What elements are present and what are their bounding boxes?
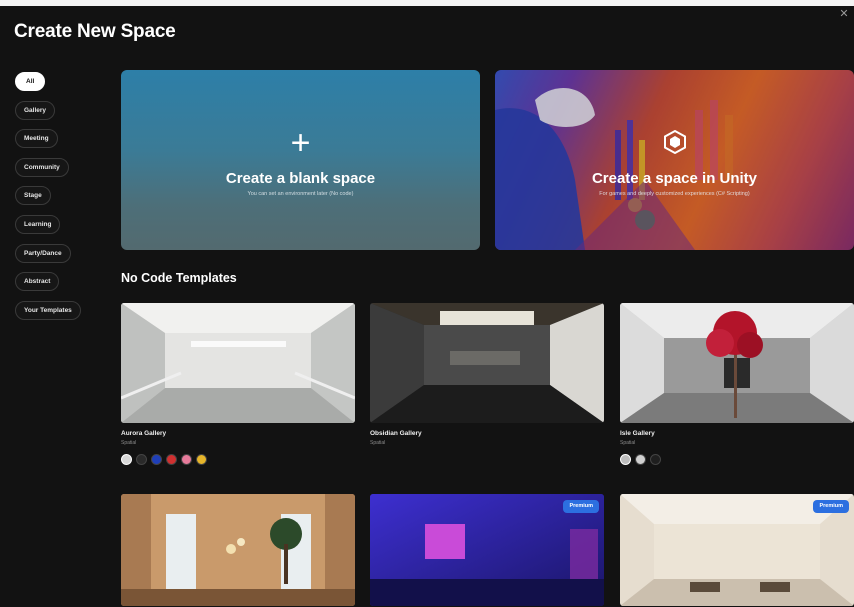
template-name: Isle Gallery — [620, 430, 655, 437]
template-card-purple-stage[interactable]: Premium — [370, 494, 604, 606]
template-card-isle-gallery[interactable]: Isle Gallery Spatial — [620, 303, 854, 465]
aurora-room-image — [121, 303, 355, 423]
swatch-red[interactable] — [166, 454, 177, 465]
template-thumbnail[interactable] — [121, 303, 355, 423]
premium-badge: Premium — [813, 500, 849, 513]
filter-chip-learning[interactable]: Learning — [15, 214, 61, 234]
unity-icon — [663, 130, 686, 154]
template-thumbnail[interactable] — [370, 303, 604, 423]
close-icon[interactable]: ✕ — [838, 8, 850, 20]
premium-badge: Premium — [563, 500, 599, 513]
filter-chip-meeting[interactable]: Meeting — [15, 129, 58, 149]
template-name: Obsidian Gallery — [370, 430, 422, 437]
filter-chip-stage[interactable]: Stage — [15, 186, 51, 206]
template-card-wood-room[interactable] — [121, 494, 355, 606]
swatch-dark[interactable] — [650, 454, 661, 465]
filter-chip-party-dance[interactable]: Party/Dance — [15, 243, 71, 263]
template-subtitle: Spatial — [121, 440, 137, 446]
swatch-light[interactable] — [121, 454, 132, 465]
unity-space-title: Create a space in Unity — [591, 170, 758, 187]
template-subtitle: Spatial — [620, 440, 636, 446]
create-space-dialog: ✕ Create New Space All Gallery Meeting C… — [0, 6, 854, 607]
filter-chip-gallery[interactable]: Gallery — [15, 100, 56, 120]
create-unity-space-card[interactable]: Create a space in Unity For games and de… — [495, 70, 854, 250]
template-subtitle: Spatial — [370, 440, 386, 446]
unity-space-subtitle: For games and deeply customized experien… — [599, 191, 750, 197]
template-thumbnail[interactable] — [121, 494, 355, 606]
filter-chip-community[interactable]: Community — [15, 157, 69, 177]
template-card-aurora-gallery[interactable]: Aurora Gallery Spatial — [121, 303, 355, 465]
wood-room-image — [121, 494, 355, 606]
swatch-yellow[interactable] — [196, 454, 207, 465]
category-filter-list: All Gallery Meeting Community Stage Lear… — [15, 70, 105, 327]
swatch-dark[interactable] — [136, 454, 147, 465]
filter-chip-your-templates[interactable]: Your Templates — [15, 300, 81, 320]
blank-space-title: Create a blank space — [225, 170, 376, 187]
plus-icon: + — [290, 124, 311, 162]
page-title: Create New Space — [14, 21, 176, 42]
template-thumbnail[interactable] — [620, 303, 854, 423]
obsidian-room-image — [370, 303, 604, 423]
swatch-pink[interactable] — [181, 454, 192, 465]
template-thumbnail[interactable]: Premium — [370, 494, 604, 606]
swatch-light[interactable] — [635, 454, 646, 465]
template-thumbnail[interactable]: Premium — [620, 494, 854, 606]
swatch-blue[interactable] — [151, 454, 162, 465]
template-card-white-hall[interactable]: Premium — [620, 494, 854, 606]
color-swatches — [121, 454, 355, 465]
filter-chip-all[interactable]: All — [15, 72, 46, 91]
section-title: No Code Templates — [121, 271, 237, 285]
color-swatches — [620, 454, 854, 465]
template-name: Aurora Gallery — [121, 430, 167, 437]
filter-chip-abstract[interactable]: Abstract — [15, 272, 60, 292]
swatch-gray[interactable] — [620, 454, 631, 465]
template-card-obsidian-gallery[interactable]: Obsidian Gallery Spatial — [370, 303, 604, 446]
create-blank-space-card[interactable]: + Create a blank space You can set an en… — [121, 70, 480, 250]
isle-room-image — [620, 303, 854, 423]
blank-space-subtitle: You can set an environment later (No cod… — [247, 191, 354, 197]
unity-scene-illustration — [495, 70, 854, 250]
